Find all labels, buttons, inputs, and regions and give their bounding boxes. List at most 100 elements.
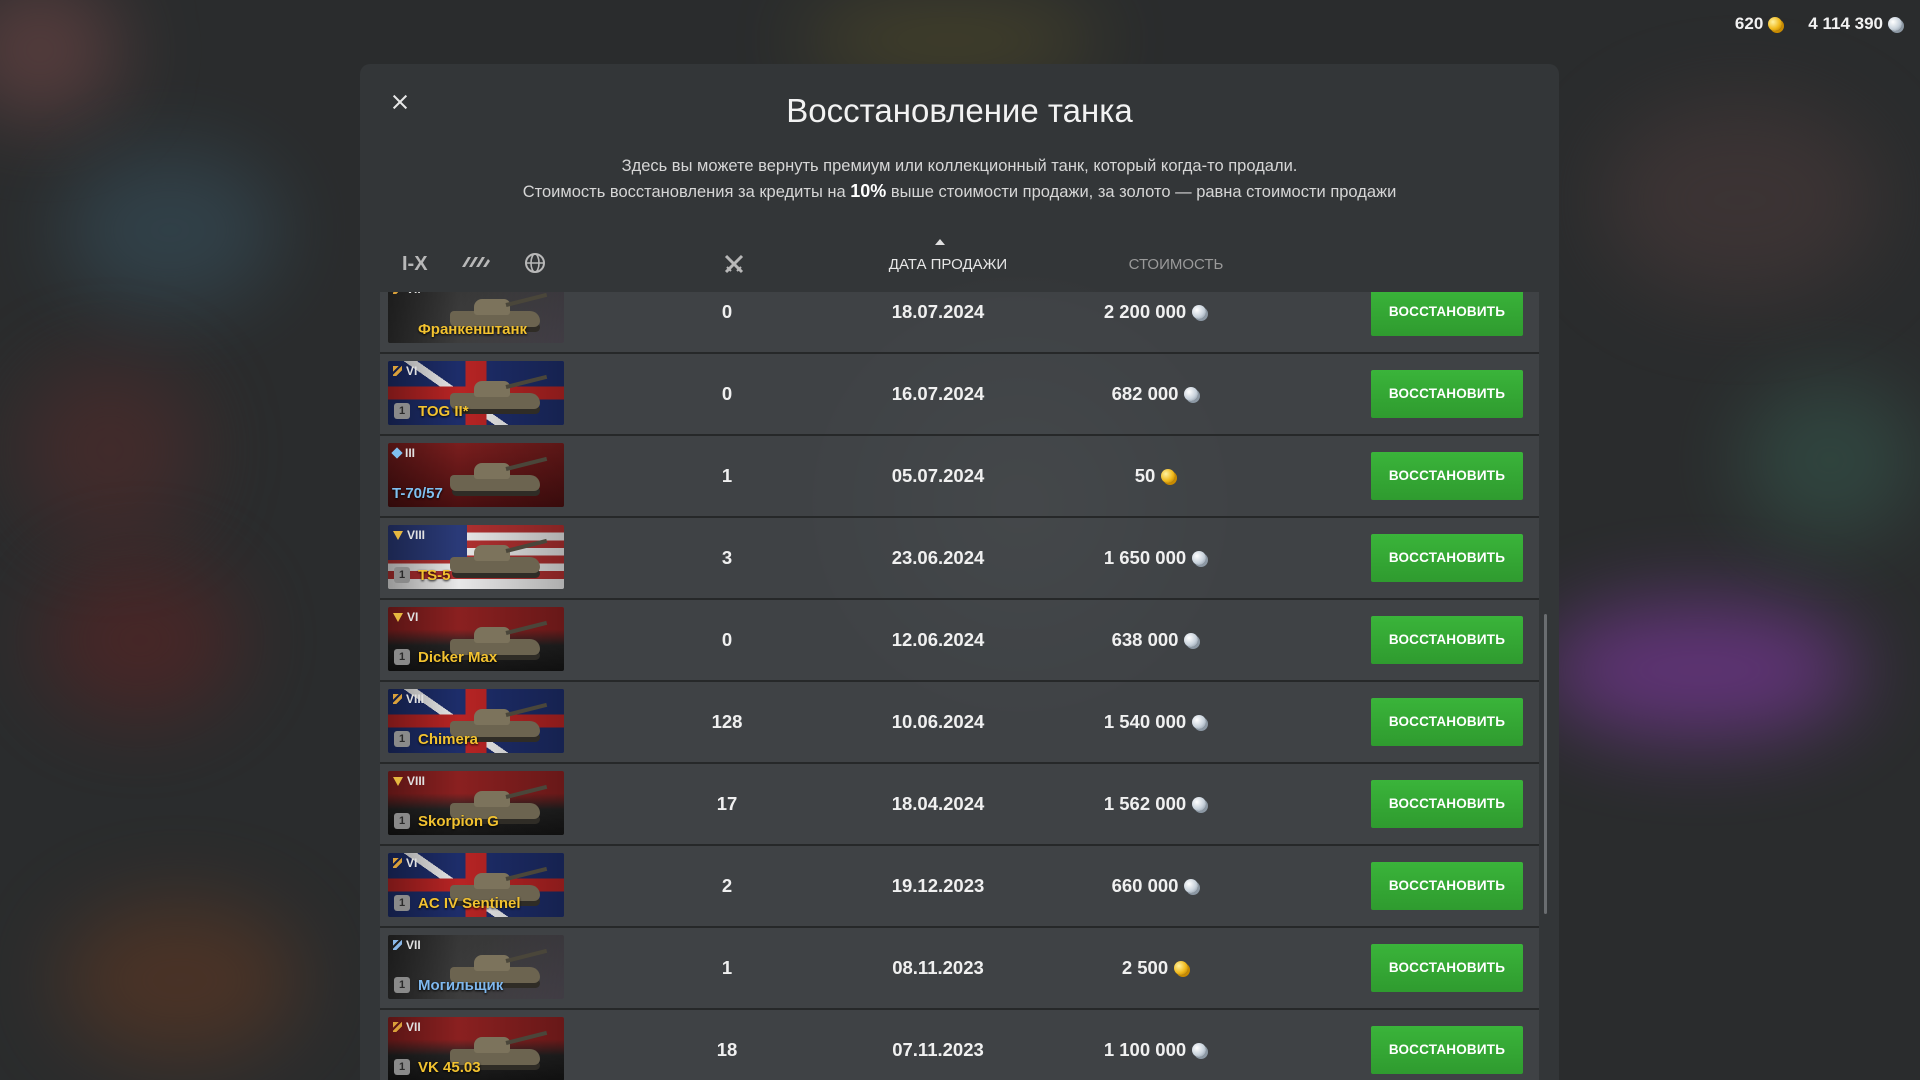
sale-date: 18.07.2024 xyxy=(891,301,985,322)
tank-name: TS-5 xyxy=(418,567,451,584)
sale-date: 10.06.2024 xyxy=(891,711,985,732)
restore-button[interactable]: ВОССТАНОВИТЬ xyxy=(1371,1026,1523,1074)
sold-tanks-list: VII Франкенштанк 0 18.07.2024 2 200 000 … xyxy=(380,292,1540,1080)
tank-card[interactable]: VI 1 Dicker Max xyxy=(388,607,564,671)
restore-button[interactable]: ВОССТАНОВИТЬ xyxy=(1371,616,1523,664)
tank-type-filter[interactable] xyxy=(460,253,492,277)
restore-cost: 1 100 000 xyxy=(1045,1010,1265,1080)
battles-column-header[interactable] xyxy=(722,252,746,280)
tank-row: VIII 1 Skorpion G 17 18.04.2024 1 562 00… xyxy=(380,764,1539,846)
restore-cost: 1 562 000 xyxy=(1045,764,1265,844)
cost-amount: 660 000 xyxy=(1111,875,1179,896)
tank-type-icon xyxy=(462,257,490,267)
sale-date-column-header[interactable]: ДАТА ПРОДАЖИ xyxy=(878,256,1018,273)
gold-amount: 620 xyxy=(1734,14,1764,33)
restore-cost: 1 650 000 xyxy=(1045,518,1265,598)
tank-name: Chimera xyxy=(418,731,479,748)
tank-card[interactable]: VIII 1 Skorpion G xyxy=(388,771,564,835)
tank-card[interactable]: III T-70/57 xyxy=(388,443,564,507)
tank-name: Могильщик xyxy=(418,977,504,994)
mastery-badge-icon: 1 xyxy=(394,977,410,993)
battles-count: 1 xyxy=(721,465,733,486)
tank-card[interactable]: VI 1 AC IV Sentinel xyxy=(388,853,564,917)
battles-count: 3 xyxy=(721,547,733,568)
description-line-2: Стоимость восстановления за кредиты на 1… xyxy=(360,179,1559,205)
cost-amount: 1 650 000 xyxy=(1103,547,1187,568)
tank-card[interactable]: VIII 1 Chimera xyxy=(388,689,564,753)
description-line-2-start: Стоимость восстановления за кредиты на xyxy=(522,183,846,201)
cost-amount: 2 200 000 xyxy=(1103,301,1187,322)
restore-cost: 50 xyxy=(1045,436,1265,516)
credits-coin-icon xyxy=(1184,879,1199,893)
tier-label: VII xyxy=(406,938,421,952)
sale-date: 07.11.2023 xyxy=(892,1039,984,1060)
tank-image xyxy=(450,538,548,579)
tank-tier: VII xyxy=(393,1020,421,1034)
gold-coin-icon xyxy=(1768,17,1783,31)
sort-arrow-icon xyxy=(935,239,945,245)
tank-class-icon xyxy=(393,940,402,950)
restore-button[interactable]: ВОССТАНОВИТЬ xyxy=(1371,698,1523,746)
credits-coin-icon xyxy=(1192,715,1207,729)
tank-row: VII 1 VK 45.03 18 07.11.2023 1 100 000 В… xyxy=(380,1010,1539,1080)
tank-tier: VII xyxy=(393,938,421,952)
battles-count: 17 xyxy=(716,793,738,814)
tank-tier: VI xyxy=(393,856,417,870)
mastery-badge-icon: 1 xyxy=(394,649,410,665)
mastery-badge-icon: 1 xyxy=(394,813,410,829)
mastery-badge-icon: 1 xyxy=(394,895,410,911)
tank-row: III T-70/57 1 05.07.2024 50 ВОССТАНОВИТЬ xyxy=(380,436,1539,518)
table-header: I-X ДАТА ПРОДАЖИ СТОИМОСТЬ xyxy=(360,239,1559,289)
tank-tier: III xyxy=(391,446,415,460)
tier-label: VII xyxy=(406,292,421,296)
restore-button[interactable]: ВОССТАНОВИТЬ xyxy=(1371,370,1523,418)
tank-name: T-70/57 xyxy=(392,485,443,502)
restore-button[interactable]: ВОССТАНОВИТЬ xyxy=(1371,944,1523,992)
sale-date: 16.07.2024 xyxy=(891,383,985,404)
description-percent: 10% xyxy=(850,181,887,201)
restore-button[interactable]: ВОССТАНОВИТЬ xyxy=(1371,534,1523,582)
tier-label: VI xyxy=(406,364,418,378)
tier-label: VII xyxy=(406,1020,421,1034)
tank-class-icon xyxy=(393,530,403,540)
restore-button[interactable]: ВОССТАНОВИТЬ xyxy=(1371,780,1523,828)
cost-amount: 2 500 xyxy=(1121,957,1169,978)
tank-class-icon xyxy=(393,612,403,622)
restore-button[interactable]: ВОССТАНОВИТЬ xyxy=(1371,862,1523,910)
tank-name: TOG II* xyxy=(418,403,469,420)
description-line-2-end: выше стоимости продажи, за золото — равн… xyxy=(890,183,1397,201)
cost-amount: 638 000 xyxy=(1111,629,1179,650)
gold-coin-icon xyxy=(1161,469,1176,483)
gold-balance[interactable]: 620 xyxy=(1734,14,1783,34)
credits-coin-icon xyxy=(1184,633,1199,647)
tank-card[interactable]: VII 1 VK 45.03 xyxy=(388,1017,564,1080)
credits-coin-icon xyxy=(1192,1043,1207,1057)
list-scrollbar[interactable] xyxy=(1544,614,1547,914)
tank-tier: VI xyxy=(393,364,417,378)
tank-tier: VI xyxy=(393,610,418,624)
tier-filter[interactable]: I-X xyxy=(402,253,428,276)
restore-button[interactable]: ВОССТАНОВИТЬ xyxy=(1371,292,1523,336)
tank-card[interactable]: VIII 1 TS-5 xyxy=(388,525,564,589)
tank-tier: VIII xyxy=(393,528,425,542)
sale-date: 19.12.2023 xyxy=(891,875,985,896)
gold-coin-icon xyxy=(1174,961,1189,975)
restore-cost: 660 000 xyxy=(1045,846,1265,926)
tank-class-icon xyxy=(393,858,402,868)
tank-card[interactable]: VII 1 Могильщик xyxy=(388,935,564,999)
tank-name: Франкенштанк xyxy=(418,321,528,338)
tank-row: VI 1 AC IV Sentinel 2 19.12.2023 660 000… xyxy=(380,846,1539,928)
tank-card[interactable]: VII Франкенштанк xyxy=(388,292,564,343)
tank-class-icon xyxy=(393,292,402,294)
nation-filter[interactable] xyxy=(524,252,546,278)
tank-image xyxy=(450,456,548,497)
cost-column-header[interactable]: СТОИМОСТЬ xyxy=(1116,256,1236,273)
tank-card[interactable]: VI 1 TOG II* xyxy=(388,361,564,425)
tier-label: VIII xyxy=(406,692,425,706)
credits-balance[interactable]: 4 114 390 xyxy=(1808,14,1902,34)
dialog-title: Восстановление танка xyxy=(786,92,1133,129)
restore-button[interactable]: ВОССТАНОВИТЬ xyxy=(1371,452,1523,500)
credits-coin-icon xyxy=(1184,387,1199,401)
restore-cost: 638 000 xyxy=(1045,600,1265,680)
tank-tier: VIII xyxy=(393,692,424,706)
